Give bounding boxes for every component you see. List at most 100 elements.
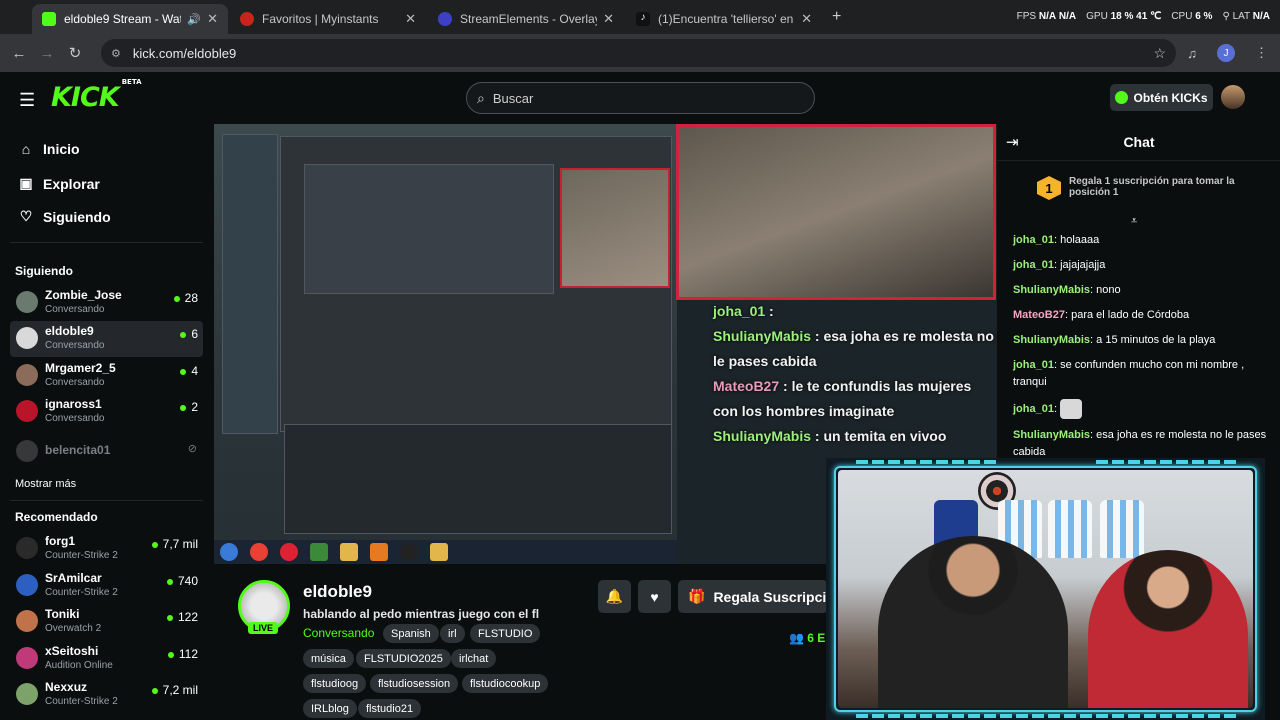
overlay-text: : un temita en vivoo [814, 428, 947, 444]
chat-username[interactable]: MateoB27 [1013, 309, 1065, 321]
forward-icon[interactable]: → [33, 45, 61, 62]
recommended-channel-toniki[interactable]: Toniki Overwatch 2 122 [10, 604, 203, 640]
following-channel-eldoble9[interactable]: eldoble9 Conversando 6 [10, 321, 203, 357]
channel-name: ignaross1 [45, 397, 102, 411]
chat-message: ShulianyMabis: a 15 minutos de la playa [1013, 334, 1216, 346]
bell-icon: 🔔 [605, 588, 624, 604]
gift-sub-label: Regala Suscripcio [713, 588, 828, 605]
browser-tab-kick[interactable]: eldoble9 Stream - Watch Li 🔊 ✕ [32, 4, 228, 34]
tag-chip[interactable]: música [303, 649, 354, 668]
recommended-channel-sramilcar[interactable]: SrAmilcar Counter-Strike 2 740 [10, 568, 203, 604]
close-tab-icon[interactable]: ✕ [801, 11, 812, 27]
obs-docks [284, 424, 672, 534]
following-channel-belencita01[interactable]: belencita01 ⊘ [10, 434, 203, 470]
new-tab-icon[interactable]: + [832, 8, 841, 26]
browser-tab-bar: eldoble9 Stream - Watch Li 🔊 ✕ Favoritos… [0, 0, 1280, 34]
expand-pinned-icon[interactable]: ⩡ [1131, 215, 1137, 228]
chat-title: Chat [1123, 134, 1155, 150]
recommended-channel-forg1[interactable]: forg1 Counter-Strike 2 7,7 mil [10, 531, 203, 567]
users-icon: 👥 [789, 631, 804, 645]
tag-chip[interactable]: Spanish [383, 624, 439, 643]
channel-name: Toniki [45, 607, 80, 621]
tag-chip[interactable]: flstudiosession [370, 674, 459, 693]
chat-username[interactable]: joha_01 [1013, 403, 1054, 415]
streamer-name[interactable]: eldoble9 [303, 582, 372, 602]
viewer-count: 28 [174, 291, 198, 305]
tag-chip[interactable]: IRLblog [303, 699, 357, 718]
get-kicks-button[interactable]: Obtén KICKs [1110, 84, 1213, 111]
recommended-channel-xseitoshi[interactable]: xSeitoshi Audition Online 112 [10, 641, 203, 677]
overlay-chat-line: MateoB27 : le te confundis las mujeres c… [713, 374, 996, 424]
user-avatar[interactable] [1221, 85, 1245, 109]
folder-icon [340, 543, 358, 561]
overlay-user: ShulianyMabis [713, 428, 812, 444]
chat-message: joha_01: se confunden mucho con mi nombr… [1013, 359, 1245, 388]
tag-chip[interactable]: flstudio21 [358, 699, 422, 718]
site-info-icon[interactable]: ⚙ [111, 47, 121, 60]
windows-taskbar [214, 540, 677, 564]
compass-icon: ▣ [19, 175, 33, 191]
kicks-coin-icon [1115, 91, 1129, 104]
search-input[interactable]: ⌕ Buscar [466, 82, 815, 114]
chat-username[interactable]: ShulianyMabis [1013, 284, 1090, 296]
obs-preview-cam [560, 168, 670, 288]
divider [10, 500, 203, 501]
jersey [1100, 500, 1144, 558]
following-channel-ignaross1[interactable]: ignaross1 Conversando 2 [10, 394, 203, 430]
tag-chip[interactable]: irl [440, 624, 465, 643]
media-controls-icon[interactable]: ♫ [1187, 46, 1197, 61]
close-tab-icon[interactable]: ✕ [405, 11, 416, 27]
overlay-user: MateoB27 [713, 378, 780, 394]
following-channel-mrgamer2-5[interactable]: Mrgamer2_5 Conversando 4 [10, 358, 203, 394]
viewer-count: 👥 6 E [789, 631, 825, 645]
reload-icon[interactable]: ↻ [61, 44, 89, 62]
stream-screen-capture [214, 124, 677, 564]
gift-leaderboard-banner[interactable]: 1 Regala 1 suscripción para tomar la pos… [1037, 176, 1249, 200]
address-bar[interactable]: ⚙ kick.com/eldoble9 ☆ [101, 39, 1176, 67]
kick-favicon-icon [42, 12, 56, 26]
latency-icon: ⚲ [1222, 11, 1230, 22]
show-more-link[interactable]: Mostrar más [15, 478, 76, 490]
avatar [16, 291, 38, 313]
gift-subscription-button[interactable]: 🎁 Regala Suscripcio [678, 580, 828, 613]
app-icon [310, 543, 328, 561]
kick-logo[interactable]: KICK BETA [51, 78, 142, 113]
tag-chip[interactable]: flstudiocookup [462, 674, 549, 693]
following-channel-zombie-jose[interactable]: Zombie_Jose Conversando 28 [10, 285, 203, 321]
channel-name: SrAmilcar [45, 571, 102, 585]
overlay-text: : [769, 303, 774, 319]
stream-category[interactable]: Conversando [303, 626, 374, 640]
chat-text: holaaaa [1060, 234, 1100, 246]
profile-avatar[interactable]: J [1217, 44, 1235, 62]
streamer-person [878, 536, 1068, 708]
chat-message: MateoB27: para el lado de Córdoba [1013, 309, 1190, 321]
back-icon[interactable]: ← [5, 45, 33, 62]
nav-following[interactable]: ♡ Siguiendo [16, 208, 111, 225]
chat-username[interactable]: ShulianyMabis [1013, 429, 1090, 441]
tag-chip[interactable]: irlchat [451, 649, 497, 668]
browser-tab-streamelements[interactable]: StreamElements - Overlays ✕ [428, 4, 624, 34]
chat-username[interactable]: joha_01 [1013, 259, 1054, 271]
notifications-button[interactable]: 🔔 [598, 580, 631, 613]
chat-username[interactable]: joha_01 [1013, 234, 1054, 246]
follow-button[interactable]: ♥ [638, 580, 671, 613]
nav-explore[interactable]: ▣ Explorar [16, 175, 99, 192]
webcam-overlay[interactable] [826, 458, 1265, 720]
gpu-temp-value: 41 ℃ [1136, 11, 1162, 22]
tag-chip[interactable]: flstudioog [303, 674, 367, 693]
nav-home[interactable]: ⌂ Inicio [16, 141, 80, 157]
chat-username[interactable]: joha_01 [1013, 359, 1054, 371]
close-tab-icon[interactable]: ✕ [207, 11, 218, 27]
cat-emote-icon [1060, 399, 1083, 419]
close-tab-icon[interactable]: ✕ [603, 11, 614, 27]
bookmark-star-icon[interactable]: ☆ [1153, 45, 1166, 62]
tag-chip[interactable]: FLSTUDIO [470, 624, 541, 643]
recommended-channel-nexxuz[interactable]: Nexxuz Counter-Strike 2 7,2 mil [10, 677, 203, 713]
browser-menu-icon[interactable]: ⋮ [1255, 45, 1268, 61]
browser-tab-myinstants[interactable]: Favoritos | Myinstants ✕ [230, 4, 426, 34]
tag-chip[interactable]: FLSTUDIO2025 [356, 649, 451, 668]
chat-username[interactable]: ShulianyMabis [1013, 334, 1090, 346]
hamburger-menu-icon[interactable]: ☰ [19, 90, 35, 111]
browser-tab-tiktok[interactable]: ♪ (1)Encuentra 'tellierso' en TikTok ✕ [626, 4, 822, 34]
speaker-icon[interactable]: 🔊 [187, 13, 201, 26]
